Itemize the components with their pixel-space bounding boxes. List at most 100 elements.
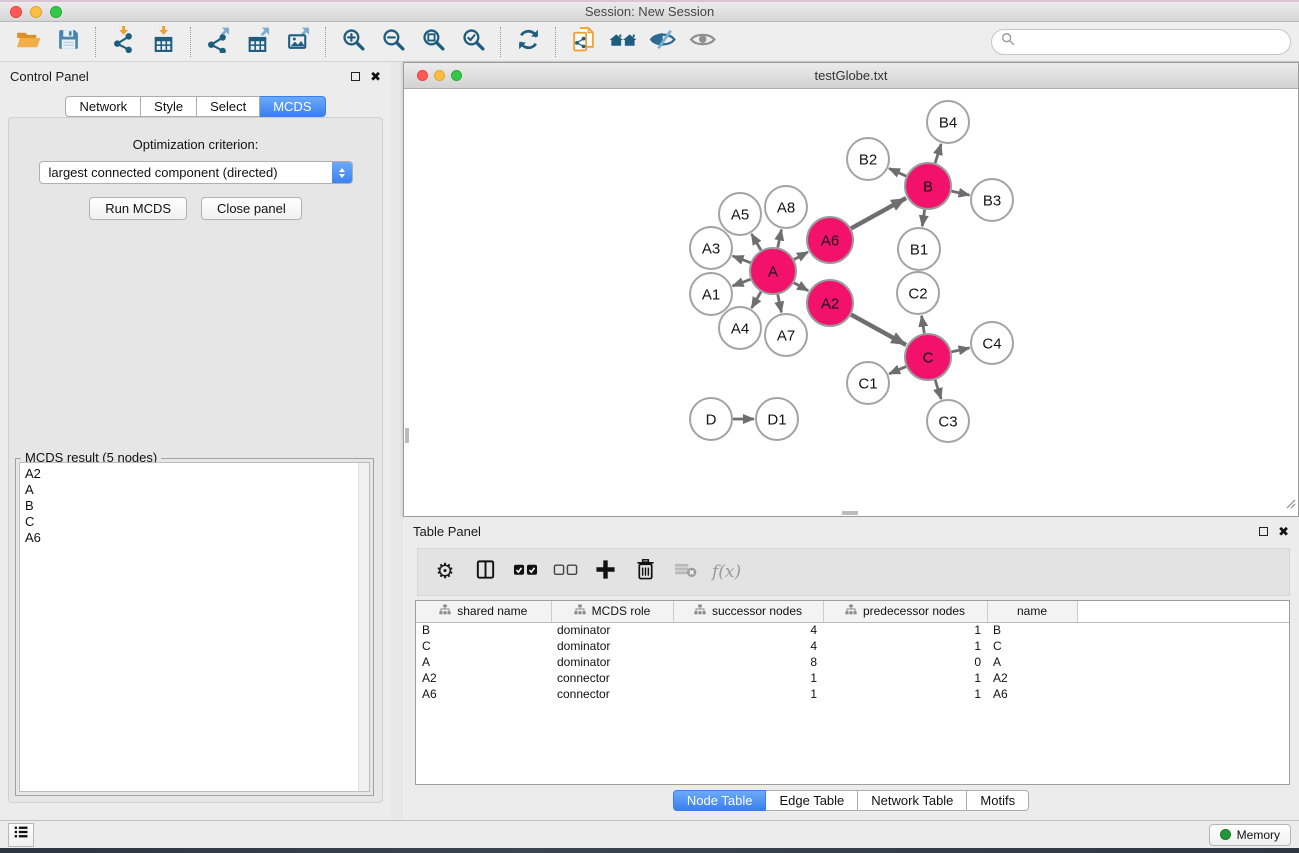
gear-button[interactable]: ⚙ [432,557,458,587]
close-window-icon[interactable] [10,6,22,18]
table-cell[interactable]: A6 [416,686,551,702]
function-button[interactable]: f(x) [712,557,741,587]
column-header-successor-nodes[interactable]: successor nodes [673,601,823,622]
graph-node-C4[interactable]: C4 [971,322,1013,364]
close-panel-button[interactable]: Close panel [201,197,302,220]
open-folder-button[interactable] [8,25,48,59]
tab-mcds[interactable]: MCDS [260,96,325,117]
table-cell[interactable]: B [987,622,1077,638]
delete-button[interactable] [632,557,658,587]
table-cell[interactable]: A6 [987,686,1077,702]
edge-C-C1[interactable] [889,367,906,374]
graph-node-A2[interactable]: A2 [807,280,853,326]
mcds-result-list[interactable]: A2ABCA6 [19,462,370,792]
table-cell[interactable]: 8 [673,654,823,670]
graph-node-B1[interactable]: B1 [898,228,940,270]
export-image-button[interactable] [278,25,318,59]
result-list-item[interactable]: B [20,498,369,514]
table-row[interactable]: A6connector11A6 [416,686,1289,702]
graph-node-B2[interactable]: B2 [847,138,889,180]
deselect-all-button[interactable] [552,557,578,587]
columns-button[interactable] [472,557,498,587]
zoom-in-button[interactable] [333,25,373,59]
import-network-button[interactable] [103,25,143,59]
memory-button[interactable]: Memory [1209,824,1291,846]
graph-node-C1[interactable]: C1 [847,362,889,404]
network-window-titlebar[interactable]: testGlobe.txt [404,63,1298,89]
edge-A-A8[interactable] [778,230,782,248]
table-cell[interactable]: 1 [823,638,987,654]
graph-node-A8[interactable]: A8 [765,186,807,228]
table-row[interactable]: Adominator80A [416,654,1289,670]
table-cell[interactable]: 0 [823,654,987,670]
result-scrollbar[interactable] [358,463,369,791]
edge-C-C4[interactable] [951,348,969,352]
edge-A6-B[interactable] [851,198,906,228]
graph-node-B4[interactable]: B4 [927,101,969,143]
graph-node-A7[interactable]: A7 [765,314,807,356]
edge-A2-C[interactable] [851,315,906,345]
tab-motifs[interactable]: Motifs [967,790,1029,811]
edge-A-A2[interactable] [794,283,808,291]
tab-network[interactable]: Network [65,96,141,117]
zoom-fit-button[interactable] [413,25,453,59]
graph-node-A6[interactable]: A6 [807,217,853,263]
edge-B-B2[interactable] [889,168,906,176]
table-row[interactable]: A2connector11A2 [416,670,1289,686]
select-all-button[interactable] [512,557,538,587]
refresh-button[interactable] [508,25,548,59]
graph-node-D1[interactable]: D1 [756,398,798,440]
resize-grip-icon[interactable] [1283,496,1296,514]
graph-node-C2[interactable]: C2 [897,272,939,314]
graph-node-B3[interactable]: B3 [971,179,1013,221]
table-cell[interactable]: 4 [673,638,823,654]
delete-table-button[interactable] [672,557,698,587]
home-button[interactable] [603,25,643,59]
tab-style[interactable]: Style [141,96,197,117]
graph-node-A3[interactable]: A3 [690,227,732,269]
show-eye-button[interactable] [683,25,723,59]
table-cell[interactable]: dominator [551,654,673,670]
network-maximize-icon[interactable] [451,70,462,81]
graph-node-A1[interactable]: A1 [690,273,732,315]
export-table-button[interactable] [238,25,278,59]
table-row[interactable]: Cdominator41C [416,638,1289,654]
column-header-MCDS-role[interactable]: MCDS role [551,601,673,622]
float-panel-icon[interactable] [351,72,360,81]
close-table-panel-icon[interactable]: ✖ [1278,525,1289,538]
export-network-button[interactable] [198,25,238,59]
zoom-out-button[interactable] [373,25,413,59]
table-cell[interactable]: A2 [987,670,1077,686]
minimize-window-icon[interactable] [30,6,42,18]
edge-A-A5[interactable] [752,234,761,250]
save-button[interactable] [48,25,88,59]
import-table-button[interactable] [143,25,183,59]
float-table-panel-icon[interactable] [1259,527,1268,536]
add-button[interactable] [592,557,618,587]
edge-B-B3[interactable] [951,191,969,195]
table-cell[interactable]: 1 [823,670,987,686]
search-input[interactable] [1020,33,1281,50]
tab-network-table[interactable]: Network Table [858,790,967,811]
zoom-selected-button[interactable] [453,25,493,59]
result-list-item[interactable]: C [20,514,369,530]
table-cell[interactable]: C [416,638,551,654]
table-cell[interactable]: C [987,638,1077,654]
table-cell[interactable]: A [416,654,551,670]
close-panel-icon[interactable]: ✖ [370,70,381,83]
hide-eye-button[interactable] [643,25,683,59]
graph-node-C3[interactable]: C3 [927,400,969,442]
table-cell[interactable]: 1 [823,622,987,638]
search-box[interactable] [991,29,1291,55]
edge-A-A7[interactable] [778,295,782,313]
graph-node-A5[interactable]: A5 [719,193,761,235]
table-cell[interactable]: A2 [416,670,551,686]
edge-A-A3[interactable] [733,256,751,263]
table-cell[interactable]: 1 [673,686,823,702]
network-canvas[interactable]: AA5A8A3A1A4A7A6A2BB2B4B3B1C2CC1C4C3DD1 [404,90,1298,516]
table-row[interactable]: Bdominator41B [416,622,1289,638]
result-list-item[interactable]: A6 [20,530,369,546]
table-cell[interactable]: connector [551,686,673,702]
edge-B-B1[interactable] [922,210,924,226]
table-cell[interactable]: A [987,654,1077,670]
